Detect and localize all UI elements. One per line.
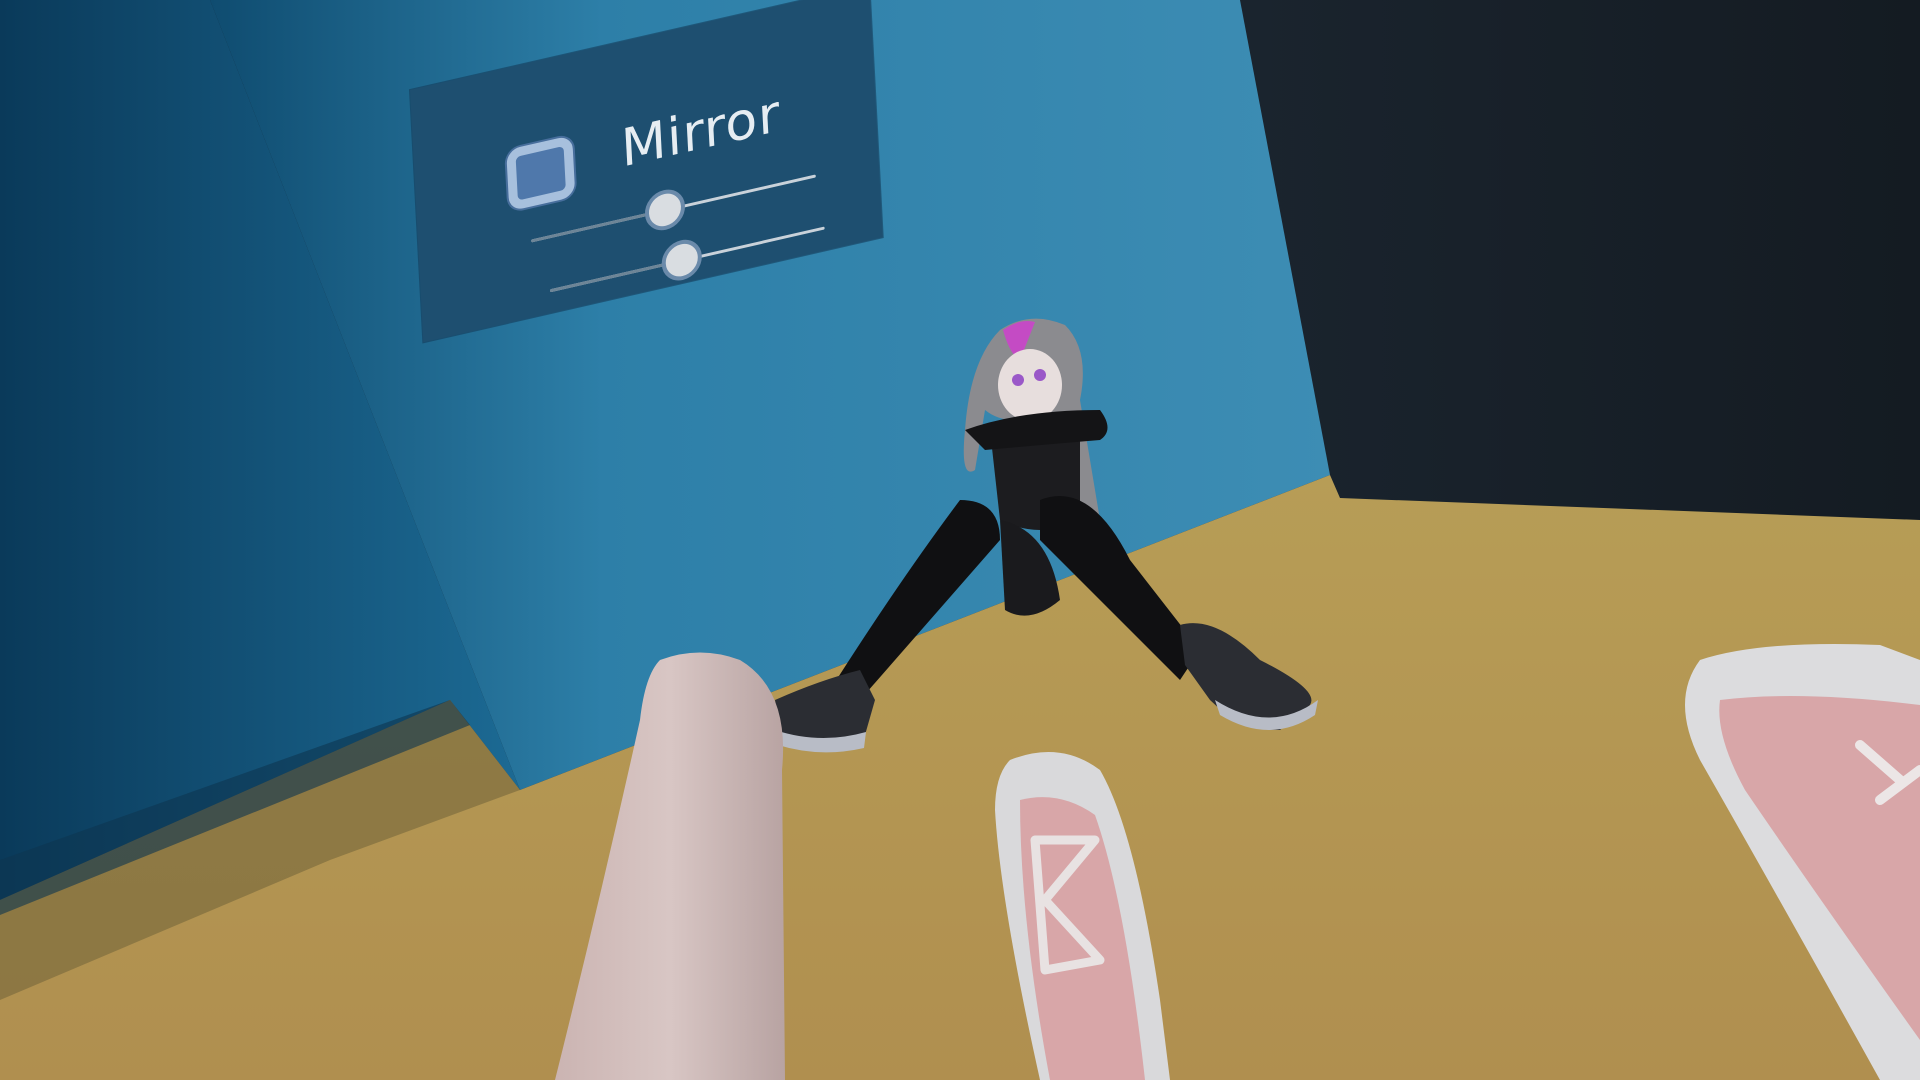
avatar-face bbox=[998, 349, 1062, 421]
slider-thumb[interactable] bbox=[660, 235, 703, 285]
dark-wall bbox=[1240, 0, 1920, 520]
mirror-label: Mirror bbox=[619, 83, 782, 180]
slider-thumb[interactable] bbox=[643, 185, 686, 235]
avatar-eye-right bbox=[1034, 369, 1046, 381]
vr-scene bbox=[0, 0, 1920, 1080]
mirror-toggle-checkbox[interactable] bbox=[506, 135, 576, 212]
avatar-eye-left bbox=[1012, 374, 1024, 386]
